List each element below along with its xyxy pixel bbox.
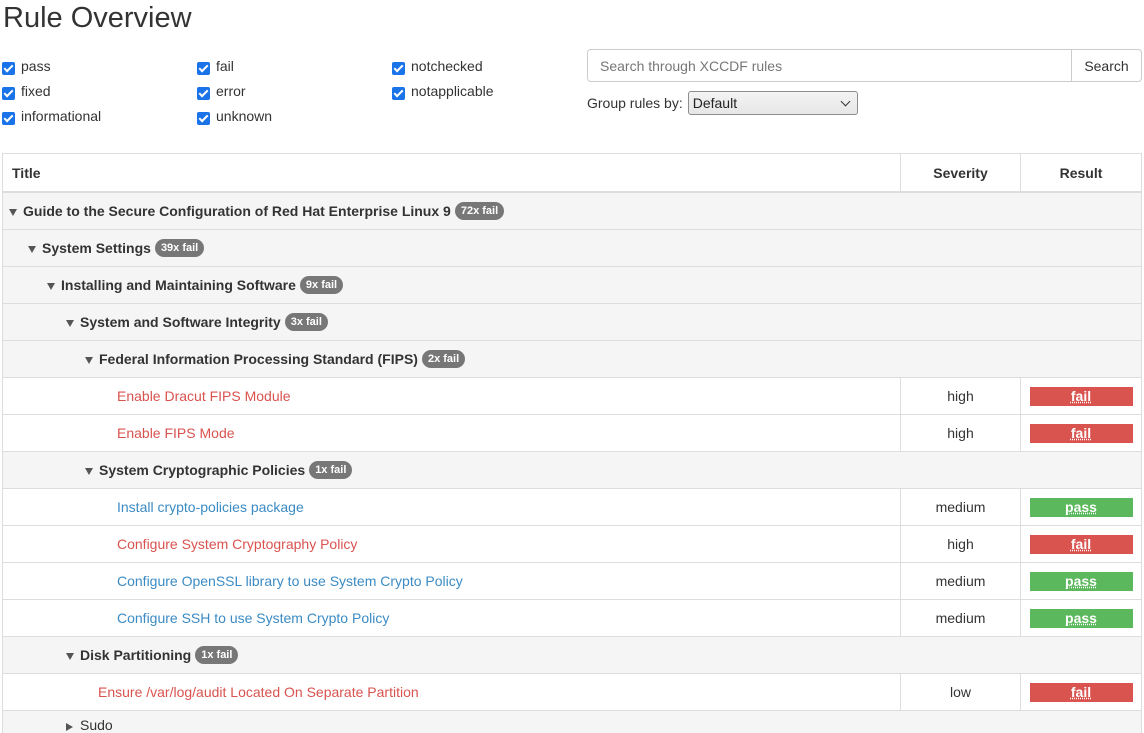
- filter-error[interactable]: error: [197, 81, 246, 101]
- group-row[interactable]: Sudo: [2, 711, 1142, 733]
- severity-cell: low: [901, 674, 1021, 710]
- chevron-down-icon: [840, 96, 851, 107]
- group-title: System and Software Integrity: [80, 314, 281, 330]
- group-row[interactable]: System Cryptographic Policies 1x fail: [2, 452, 1142, 489]
- result-badge[interactable]: pass: [1029, 571, 1133, 591]
- severity-cell: high: [901, 526, 1021, 562]
- group-by-selected: Default: [692, 95, 738, 111]
- filter-notchecked[interactable]: notchecked: [392, 56, 483, 76]
- search-input[interactable]: [587, 49, 1072, 82]
- result-badge[interactable]: fail: [1029, 682, 1133, 702]
- filter-label: fail: [216, 58, 234, 74]
- rule-link[interactable]: Install crypto-policies package: [117, 499, 304, 515]
- severity-cell: high: [901, 415, 1021, 451]
- checkbox-checked-icon[interactable]: [197, 111, 210, 125]
- group-title: Disk Partitioning: [80, 647, 192, 663]
- group-title: System Settings: [42, 240, 151, 256]
- rule-link[interactable]: Enable FIPS Mode: [117, 425, 235, 441]
- rules-table: Title Severity Result Guide to the Secur…: [2, 153, 1142, 733]
- severity-cell: high: [901, 378, 1021, 414]
- group-by-label: Group rules by:: [587, 95, 683, 111]
- table-header: Title Severity Result: [2, 154, 1142, 193]
- result-filters: pass fixed informational fail error unkn…: [2, 56, 562, 131]
- filter-label: fixed: [21, 83, 51, 99]
- filter-label: unknown: [216, 108, 273, 124]
- fail-count-badge: 1x fail: [195, 646, 239, 664]
- checkbox-checked-icon[interactable]: [392, 61, 405, 75]
- result-badge[interactable]: fail: [1029, 423, 1133, 443]
- fail-count-badge: 2x fail: [421, 350, 466, 368]
- rule-link[interactable]: Ensure /var/log/audit Located On Separat…: [98, 684, 419, 700]
- checkbox-checked-icon[interactable]: [2, 86, 15, 100]
- checkbox-checked-icon[interactable]: [392, 86, 405, 100]
- fail-count-badge: 39x fail: [154, 239, 205, 257]
- rule-link[interactable]: Enable Dracut FIPS Module: [117, 388, 291, 404]
- result-badge[interactable]: fail: [1029, 386, 1133, 406]
- filter-label: notapplicable: [411, 83, 494, 99]
- column-header-title[interactable]: Title: [2, 154, 901, 191]
- page-title: Rule Overview: [3, 2, 192, 34]
- severity-cell: medium: [901, 563, 1021, 599]
- column-header-result[interactable]: Result: [1021, 154, 1142, 191]
- group-by-control: Group rules by: Default: [587, 91, 858, 115]
- triangle-down-icon[interactable]: [66, 320, 74, 327]
- severity-cell: medium: [901, 489, 1021, 525]
- fail-count-badge: 9x fail: [299, 276, 344, 294]
- filter-label: pass: [21, 58, 51, 74]
- rule-row: Configure OpenSSL library to use System …: [2, 563, 1142, 600]
- group-title: Federal Information Processing Standard …: [99, 351, 418, 367]
- filter-fail[interactable]: fail: [197, 56, 234, 76]
- triangle-down-icon[interactable]: [85, 468, 93, 475]
- rule-row: Enable Dracut FIPS Module high fail: [2, 378, 1142, 415]
- group-row[interactable]: Disk Partitioning 1x fail: [2, 637, 1142, 674]
- result-badge[interactable]: pass: [1029, 497, 1133, 517]
- rule-row: Configure SSH to use System Crypto Polic…: [2, 600, 1142, 637]
- search-group: Search: [587, 49, 1142, 82]
- group-title: Guide to the Secure Configuration of Red…: [23, 203, 451, 219]
- column-header-severity[interactable]: Severity: [901, 154, 1021, 191]
- filter-fixed[interactable]: fixed: [2, 81, 51, 101]
- rule-link[interactable]: Configure OpenSSL library to use System …: [117, 573, 463, 589]
- checkbox-checked-icon[interactable]: [2, 111, 15, 125]
- filter-label: notchecked: [411, 58, 483, 74]
- checkbox-checked-icon[interactable]: [197, 86, 210, 100]
- group-by-select[interactable]: Default: [687, 91, 858, 115]
- rule-link[interactable]: Configure SSH to use System Crypto Polic…: [117, 610, 389, 626]
- filter-label: informational: [21, 108, 102, 124]
- group-row[interactable]: Installing and Maintaining Software 9x f…: [2, 267, 1142, 304]
- result-badge[interactable]: pass: [1029, 608, 1133, 628]
- triangle-down-icon[interactable]: [28, 246, 36, 253]
- search-button[interactable]: Search: [1072, 49, 1142, 82]
- rule-row: Install crypto-policies package medium p…: [2, 489, 1142, 526]
- rule-row: Configure System Cryptography Policy hig…: [2, 526, 1142, 563]
- severity-cell: medium: [901, 600, 1021, 636]
- group-row[interactable]: System Settings 39x fail: [2, 230, 1142, 267]
- triangle-down-icon[interactable]: [85, 357, 93, 364]
- group-row[interactable]: System and Software Integrity 3x fail: [2, 304, 1142, 341]
- checkbox-checked-icon[interactable]: [197, 61, 210, 75]
- rule-row: Enable FIPS Mode high fail: [2, 415, 1142, 452]
- group-row[interactable]: Federal Information Processing Standard …: [2, 341, 1142, 378]
- triangle-right-icon[interactable]: [66, 723, 73, 731]
- fail-count-badge: 72x fail: [454, 202, 505, 220]
- group-row[interactable]: Guide to the Secure Configuration of Red…: [2, 193, 1142, 230]
- fail-count-badge: 3x fail: [284, 313, 328, 331]
- filter-unknown[interactable]: unknown: [197, 106, 272, 126]
- filter-informational[interactable]: informational: [2, 106, 101, 126]
- group-title: Installing and Maintaining Software: [61, 277, 296, 293]
- rule-link[interactable]: Configure System Cryptography Policy: [117, 536, 357, 552]
- filter-label: error: [216, 83, 246, 99]
- triangle-down-icon[interactable]: [47, 283, 55, 290]
- result-badge[interactable]: fail: [1029, 534, 1133, 554]
- rule-row: Ensure /var/log/audit Located On Separat…: [2, 674, 1142, 711]
- triangle-down-icon[interactable]: [9, 209, 17, 216]
- fail-count-badge: 1x fail: [309, 461, 353, 479]
- group-title: System Cryptographic Policies: [99, 462, 306, 478]
- filter-pass[interactable]: pass: [2, 56, 51, 76]
- checkbox-checked-icon[interactable]: [2, 61, 15, 75]
- triangle-down-icon[interactable]: [66, 653, 74, 660]
- filter-notapplicable[interactable]: notapplicable: [392, 81, 494, 101]
